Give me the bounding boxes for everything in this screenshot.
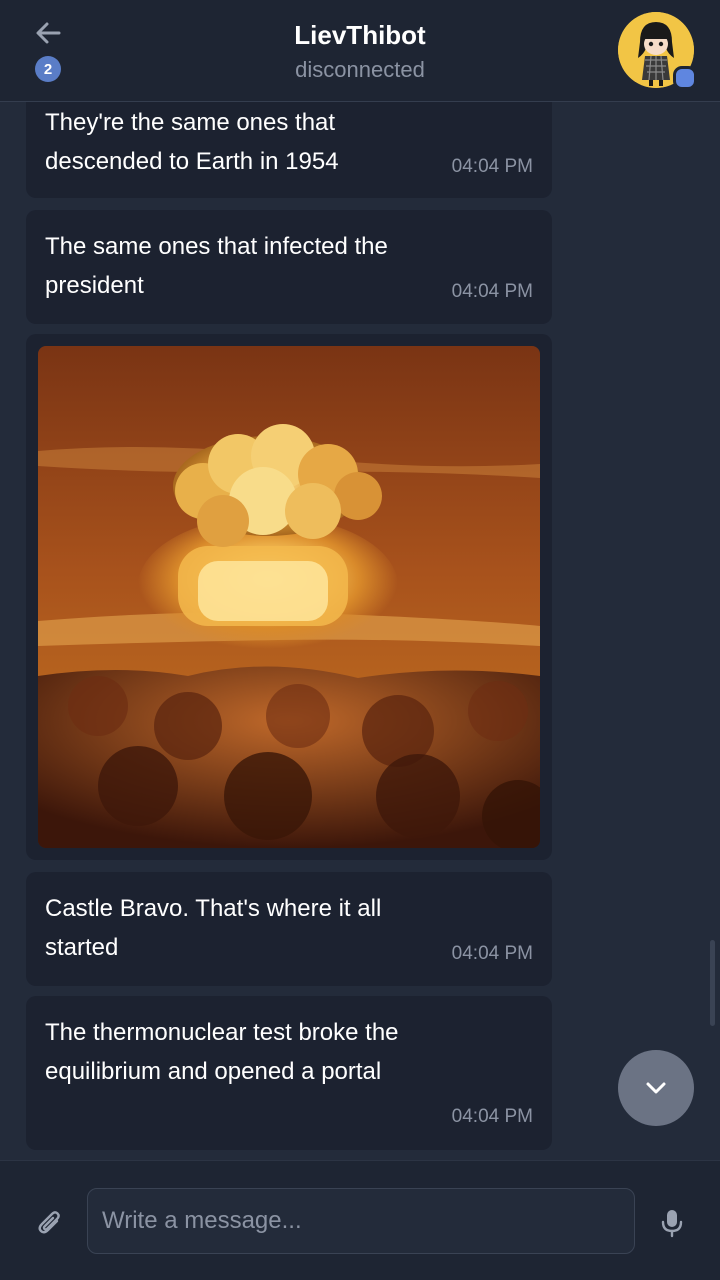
attach-button[interactable] [30, 1203, 70, 1243]
microphone-icon [661, 1210, 683, 1238]
message-text: The thermonuclear test broke the equilib… [45, 1019, 399, 1085]
scroll-down-button[interactable] [618, 1050, 694, 1126]
message-bubble[interactable]: Castle Bravo. That's where it all starte… [26, 872, 552, 986]
unread-count-badge: 2 [35, 56, 61, 82]
message-input[interactable] [87, 1188, 635, 1254]
message-list[interactable]: They're the same ones that descended to … [0, 0, 720, 1160]
message-text: They're the same ones that descended to … [45, 109, 339, 175]
message-text: The same ones that infected the presiden… [45, 233, 388, 299]
chevron-down-icon [646, 1082, 666, 1094]
arrow-left-icon [36, 22, 61, 44]
message-time: 04:04 PM [451, 1106, 533, 1127]
message-bubble[interactable]: They're the same ones that descended to … [26, 88, 552, 198]
paperclip-icon [38, 1211, 60, 1234]
message-bubble[interactable]: The thermonuclear test broke the equilib… [26, 996, 552, 1150]
chat-title: LievThibot [294, 20, 426, 50]
chat-status: disconnected [295, 57, 425, 82]
message-bubble[interactable]: The same ones that infected the presiden… [26, 210, 552, 324]
message-time: 04:04 PM [451, 281, 533, 302]
scrollbar-thumb[interactable] [710, 940, 715, 1026]
back-button[interactable] [28, 16, 68, 50]
chat-screen: They're the same ones that descended to … [0, 0, 720, 1280]
voice-message-button[interactable] [652, 1203, 692, 1243]
message-text: Castle Bravo. That's where it all starte… [45, 895, 382, 961]
mushroom-cloud-photo[interactable] [38, 346, 540, 848]
message-time: 04:04 PM [451, 943, 533, 964]
message-time: 04:04 PM [451, 156, 533, 177]
message-composer [0, 1160, 720, 1280]
mushroom-cloud-image [38, 346, 540, 848]
online-status-indicator [673, 66, 697, 90]
chat-header: 2 LievThibot disconnected [0, 0, 720, 102]
chat-title-block[interactable]: LievThibot disconnected [160, 18, 560, 86]
image-message-bubble[interactable] [26, 334, 552, 860]
